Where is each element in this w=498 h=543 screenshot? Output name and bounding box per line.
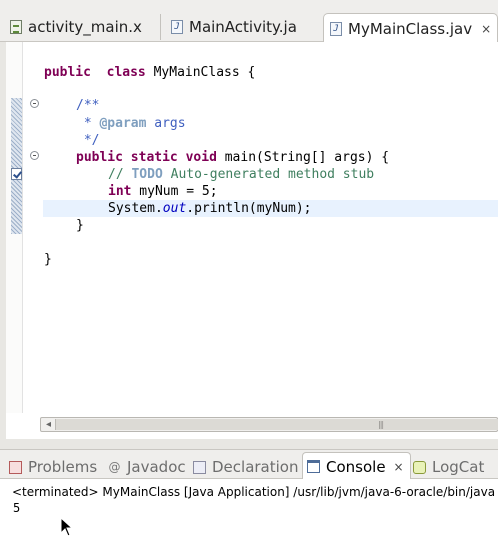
tab-label: MyMainClass.jav (348, 19, 473, 38)
view-tab-bar: Problems @ Javadoc Declaration Console ×… (0, 449, 498, 480)
code-token: public (76, 150, 123, 165)
code-token: } (44, 252, 52, 267)
code-line: /** (76, 97, 99, 114)
code-line: } (76, 217, 84, 234)
code-line: */ (76, 132, 100, 149)
java-file-icon: J (171, 20, 183, 34)
console-output: 5 (13, 501, 21, 515)
tab-label: activity_main.x (28, 18, 142, 36)
tab-activity-main-xml[interactable]: activity_main.x (10, 12, 160, 42)
task-marker-icon[interactable] (11, 168, 22, 180)
logcat-icon (413, 460, 426, 474)
tab-console[interactable]: Console × (302, 452, 411, 480)
tab-label: LogCat (432, 458, 485, 476)
code-token: */ (76, 133, 100, 148)
tab-problems[interactable]: Problems (9, 456, 97, 478)
panel-divider[interactable] (0, 439, 498, 449)
code-token: // (108, 167, 132, 182)
console-status: <terminated> MyMainClass [Java Applicati… (12, 485, 498, 499)
console-icon (307, 460, 320, 473)
code-token: int (108, 184, 132, 199)
code-token: args (146, 116, 186, 131)
code-token: } (76, 218, 84, 233)
code-token: System. (108, 201, 163, 216)
tab-separator (160, 14, 161, 40)
tab-mainactivity-java[interactable]: J MainActivity.ja (171, 12, 316, 42)
code-token: out (162, 201, 187, 216)
code-line: } (44, 251, 52, 268)
close-icon[interactable]: × (394, 460, 404, 474)
code-token: class (106, 65, 146, 80)
code-token: MyMainClass { (145, 65, 256, 80)
tab-label: Declaration (212, 458, 299, 476)
code-area[interactable]: public class MyMainClass { /** * @param … (22, 42, 498, 413)
horizontal-scrollbar[interactable]: ◂ ||| (40, 417, 498, 432)
tab-label: Problems (28, 458, 98, 476)
code-token: .println(myNum); (186, 201, 312, 216)
current-code-line: System.out.println(myNum); (43, 200, 498, 217)
tab-mymainclass-java[interactable]: J MyMainClass.jav × (323, 13, 498, 43)
code-token: TODO (131, 167, 163, 182)
code-token: main(String[] args) { (216, 150, 390, 165)
editor-tab-bar: activity_main.x J MainActivity.ja J MyMa… (0, 0, 498, 43)
scrollbar-thumb[interactable]: ||| (55, 419, 498, 430)
code-line: public class MyMainClass { (44, 64, 255, 81)
code-line: // TODO Auto-generated method stub (108, 166, 374, 183)
code-token: public (44, 65, 91, 80)
tab-declaration[interactable]: Declaration (193, 456, 298, 478)
code-line: public static void main(String[] args) { (76, 149, 389, 166)
java-file-icon: J (330, 21, 342, 36)
xml-file-icon (10, 20, 22, 34)
tab-label: Console (326, 457, 386, 476)
scroll-left-icon[interactable]: ◂ (43, 419, 54, 430)
code-line: * @param args (76, 115, 186, 132)
tab-javadoc[interactable]: @ Javadoc (108, 456, 186, 478)
tab-logcat[interactable]: LogCat (413, 456, 484, 478)
code-line: int myNum = 5; (108, 183, 218, 200)
quick-diff-marker (11, 98, 22, 234)
problems-icon (9, 460, 22, 474)
code-token: void (185, 150, 217, 165)
code-token: Auto-generated method stub (162, 167, 375, 182)
code-token: static (130, 150, 178, 165)
tab-label: Javadoc (127, 458, 186, 476)
code-token: * (76, 116, 100, 131)
close-icon[interactable]: × (481, 22, 491, 36)
scroll-grip-icon: ||| (378, 420, 384, 429)
declaration-icon (193, 460, 206, 474)
tab-label: MainActivity.ja (189, 18, 297, 36)
code-token: @param (99, 116, 147, 131)
code-token: /** (76, 98, 100, 113)
mouse-pointer-icon (60, 517, 74, 537)
code-token: myNum = 5; (131, 184, 218, 199)
javadoc-icon: @ (108, 459, 121, 474)
console-view[interactable]: <terminated> MyMainClass [Java Applicati… (0, 479, 498, 543)
